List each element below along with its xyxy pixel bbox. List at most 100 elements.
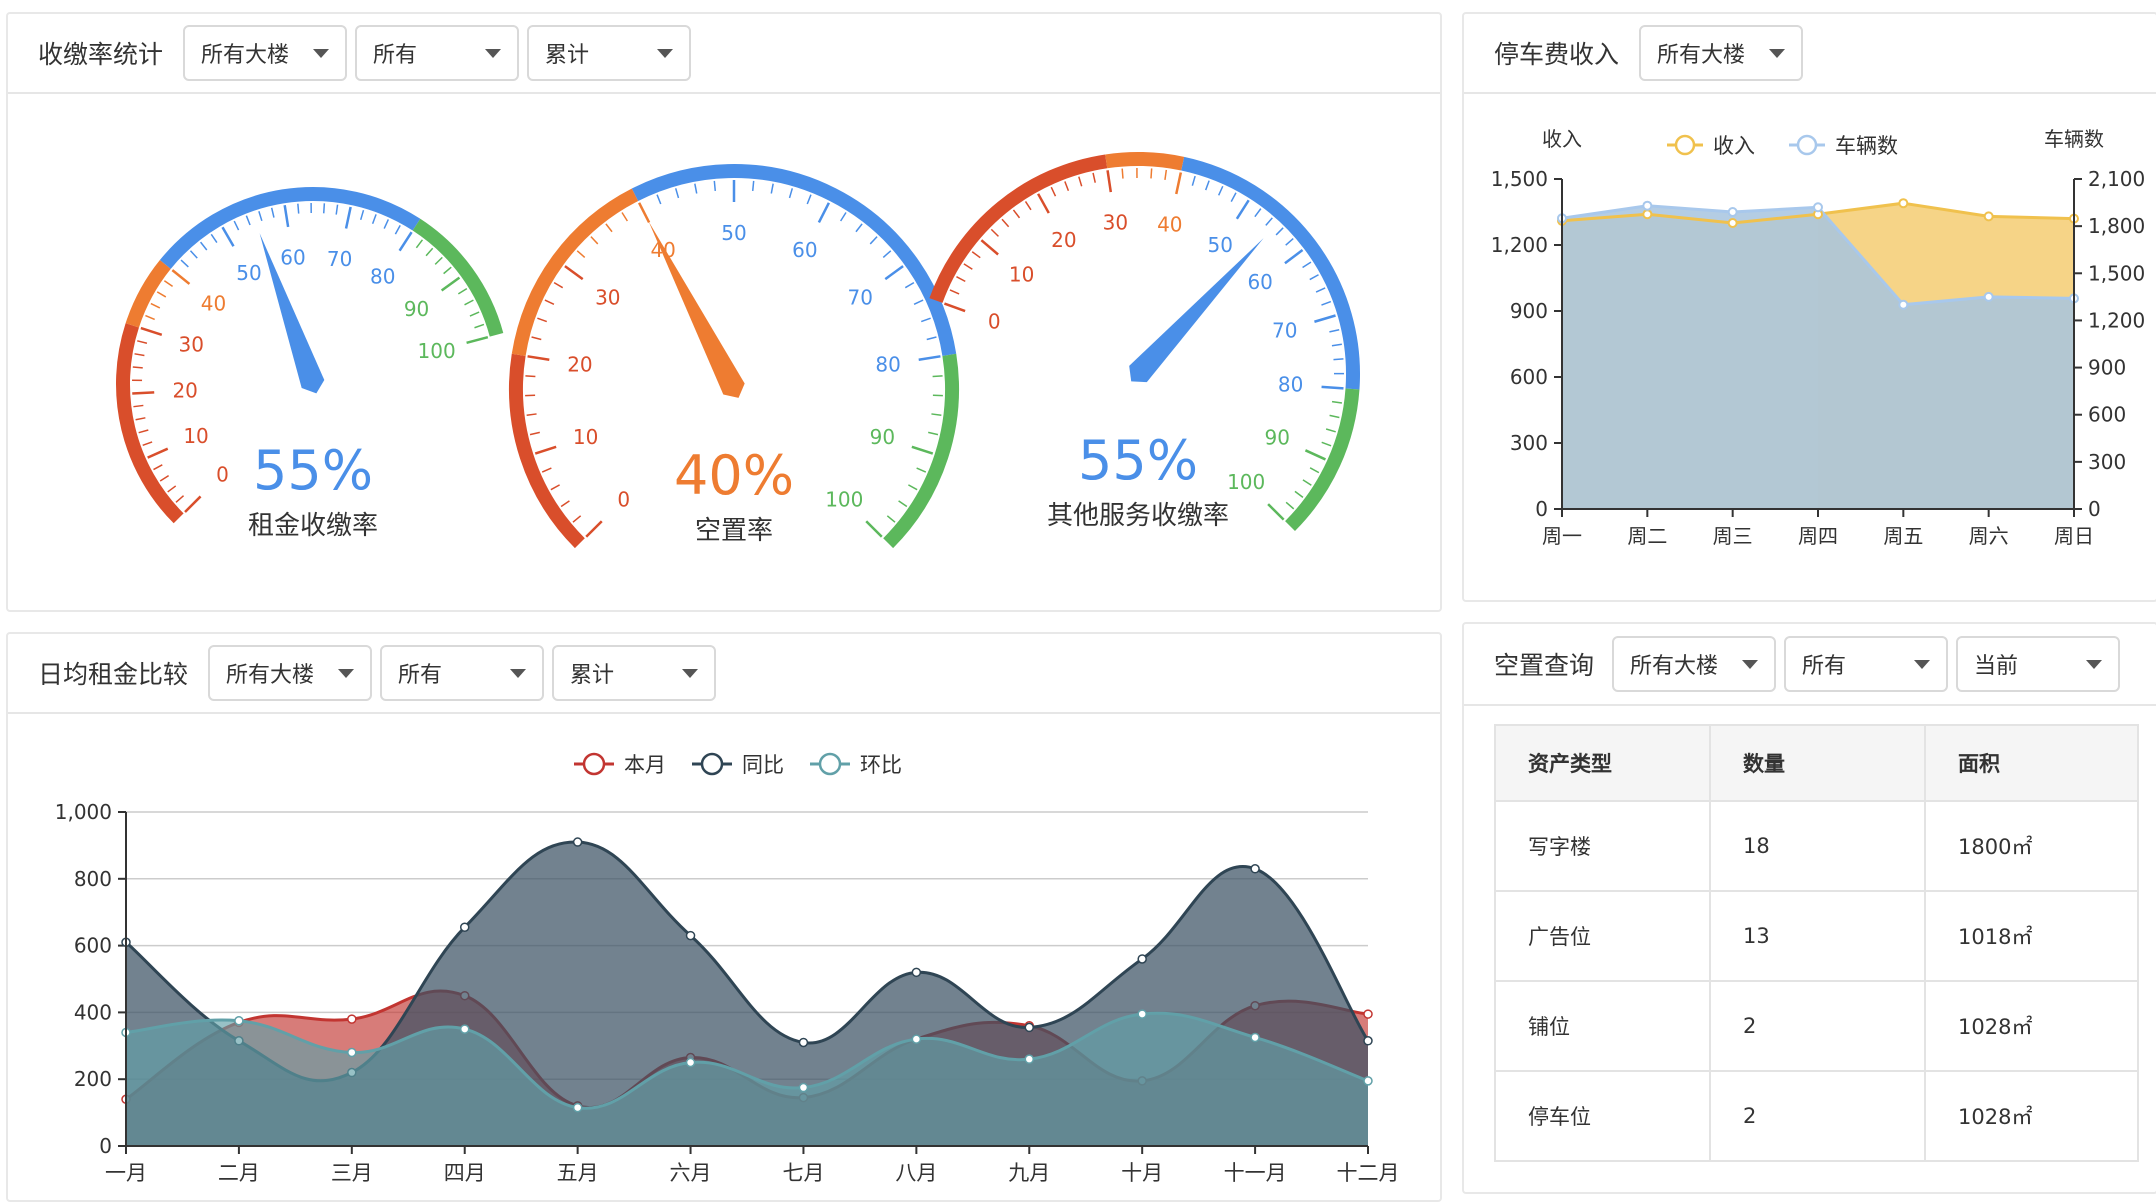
table-cell: 写字楼 bbox=[1495, 801, 1710, 891]
gauge-tick bbox=[1002, 219, 1009, 227]
gauge-tick bbox=[964, 264, 972, 269]
series-point bbox=[1364, 1037, 1372, 1045]
gauge-tick bbox=[1151, 168, 1152, 178]
gauge-tick bbox=[153, 465, 162, 470]
gauge-tick bbox=[914, 300, 923, 304]
gauge-tick bbox=[395, 225, 400, 234]
y-axis-label: 1,000 bbox=[55, 800, 112, 824]
y-axis-label: 400 bbox=[74, 1000, 112, 1024]
table-row: 铺位 2 1028㎡ bbox=[1495, 981, 2138, 1071]
gauge-tick bbox=[981, 240, 998, 254]
gauge-tick bbox=[1192, 176, 1195, 186]
table-row: 广告位 13 1018㎡ bbox=[1495, 891, 2138, 981]
gauge-tick bbox=[577, 251, 585, 258]
gauge-tick-label: 80 bbox=[370, 265, 395, 289]
gauge-tick bbox=[950, 290, 959, 294]
gauge-tick bbox=[132, 392, 154, 393]
gauge-tick bbox=[883, 251, 891, 258]
gauge-tick-label: 100 bbox=[1227, 470, 1265, 494]
series-point bbox=[1364, 1077, 1372, 1085]
vacancy-scope-select[interactable]: 所有 bbox=[1784, 636, 1948, 692]
vacancy-title: 空置查询 bbox=[1494, 646, 1594, 682]
legend-label: 同比 bbox=[742, 753, 784, 777]
rent-plot: 02004006008001,000一月二月三月四月五月六月七月八月九月十月十一… bbox=[55, 753, 1400, 1185]
gauge-tick bbox=[545, 300, 554, 304]
vacancy-scope-select-value: 所有 bbox=[1802, 648, 1846, 680]
gauge-tick bbox=[1108, 170, 1111, 192]
gauge-tick-label: 80 bbox=[875, 353, 900, 377]
table-cell: 1028㎡ bbox=[1925, 981, 2138, 1071]
gauge-tick bbox=[1013, 210, 1019, 218]
x-axis-label: 四月 bbox=[444, 1161, 486, 1185]
right-axis-label: 1,200 bbox=[2088, 308, 2145, 332]
gauge-tick bbox=[1322, 442, 1331, 445]
gauge-tick bbox=[135, 354, 145, 356]
vacancy-building-select[interactable]: 所有大楼 bbox=[1612, 636, 1776, 692]
gauge-tick bbox=[1310, 275, 1319, 280]
gauge-tick bbox=[1332, 402, 1342, 403]
gauge-tick bbox=[1286, 502, 1294, 509]
parking-chart: 03006009001,2001,50003006009001,2001,500… bbox=[1464, 14, 2156, 602]
series-point bbox=[1251, 1033, 1259, 1041]
gauge-tick bbox=[1322, 387, 1344, 389]
column-header: 数量 bbox=[1710, 725, 1925, 801]
gauge-tick-label: 60 bbox=[1247, 270, 1272, 294]
gauge-tick bbox=[298, 204, 299, 214]
gauge-tick-label: 20 bbox=[567, 353, 592, 377]
gauge-tick bbox=[444, 267, 452, 273]
gauge-tick bbox=[474, 324, 483, 327]
series-point bbox=[1138, 1010, 1146, 1018]
vehicle-point bbox=[1814, 203, 1822, 211]
gauge-tick bbox=[905, 283, 914, 288]
y-axis-label: 600 bbox=[74, 934, 112, 958]
gauge-tick bbox=[927, 337, 937, 339]
gauge-tick bbox=[1330, 415, 1340, 417]
vacancy-period-select[interactable]: 当前 bbox=[1956, 636, 2120, 692]
gauge-tick bbox=[933, 376, 943, 377]
gauge-tick bbox=[542, 468, 551, 472]
x-axis-label: 十一月 bbox=[1224, 1161, 1287, 1185]
x-axis-label: 三月 bbox=[331, 1161, 373, 1185]
gauge-tick-label: 80 bbox=[1278, 373, 1303, 397]
x-axis-label: 周四 bbox=[1798, 524, 1838, 548]
series-point bbox=[461, 923, 469, 931]
gauge-value: 55% bbox=[253, 439, 373, 502]
series-point bbox=[461, 1025, 469, 1033]
gauge-1: 010203040506070809010055%租金收缴率 bbox=[123, 194, 497, 541]
gauge-tick bbox=[426, 248, 433, 256]
x-axis-label: 七月 bbox=[782, 1161, 824, 1185]
gauge-tick bbox=[181, 260, 188, 267]
gauge-tick bbox=[1286, 239, 1294, 246]
legend-label: 车辆数 bbox=[1835, 134, 1898, 158]
x-axis-label: 六月 bbox=[670, 1161, 712, 1185]
gauge-tick-label: 50 bbox=[721, 221, 746, 245]
gauge-tick bbox=[1266, 218, 1273, 226]
gauge-tick bbox=[841, 213, 846, 221]
legend-marker bbox=[820, 754, 840, 774]
gauges-chart: 010203040506070809010055%租金收缴率0102030405… bbox=[8, 14, 1442, 612]
gauge-tick bbox=[1332, 344, 1342, 345]
gauge-tick bbox=[917, 468, 926, 472]
chevron-down-icon bbox=[1742, 660, 1758, 669]
gauge-tick-label: 60 bbox=[280, 246, 305, 270]
gauge-tick-label: 90 bbox=[870, 425, 895, 449]
gauge-tick-label: 90 bbox=[1264, 425, 1289, 449]
x-axis-label: 八月 bbox=[895, 1161, 937, 1185]
gauge-tick bbox=[551, 485, 560, 490]
column-header: 面积 bbox=[1925, 725, 2138, 801]
gauge-tick bbox=[346, 207, 351, 229]
gauge-tick bbox=[384, 219, 388, 228]
legend-label: 本月 bbox=[624, 753, 666, 777]
gauge-name: 其他服务收缴率 bbox=[1047, 501, 1229, 531]
x-axis-label: 周二 bbox=[1627, 524, 1667, 548]
gauge-tick bbox=[1316, 288, 1325, 292]
gauge-arc-segment bbox=[1106, 159, 1182, 164]
gauge-tick bbox=[160, 476, 168, 481]
x-axis-label: 周六 bbox=[1969, 524, 2009, 548]
x-axis-label: 周五 bbox=[1883, 524, 1923, 548]
legend-marker bbox=[584, 754, 604, 774]
gauge-tick bbox=[912, 447, 933, 454]
gauge-tick bbox=[586, 521, 602, 537]
gauge-tick bbox=[972, 252, 980, 258]
gauge-tick bbox=[622, 213, 627, 221]
